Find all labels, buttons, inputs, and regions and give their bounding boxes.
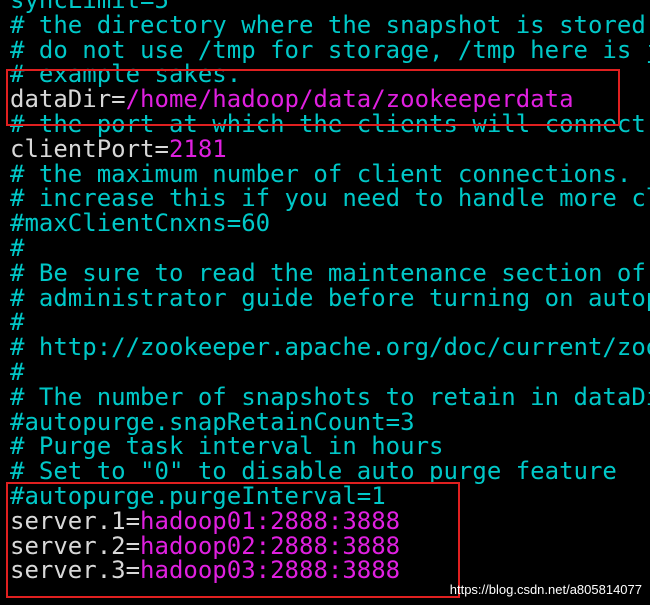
config-key: server.1=: [10, 506, 141, 535]
config-value: 2181: [168, 134, 227, 163]
comment-text: # The number of snapshots to retain in d…: [10, 382, 650, 411]
comment-text: # example sakes.: [10, 60, 242, 89]
config-line: # increase this if you need to handle mo…: [10, 186, 650, 211]
comment-text: #: [10, 358, 25, 386]
config-line: #maxClientCnxns=60: [10, 211, 270, 236]
comment-text: #: [10, 308, 25, 337]
comment-text: # do not use /tmp for storage, /tmp here…: [10, 35, 650, 64]
config-value: /home/hadoop/data/zookeeperdata: [125, 85, 574, 114]
config-line: #autopurge.snapRetainCount=3: [10, 407, 415, 436]
watermark: https://blog.csdn.net/a805814077: [449, 582, 642, 597]
config-value: hadoop02:2888:3888: [140, 531, 401, 560]
config-line: # example sakes.: [10, 62, 241, 87]
config-line: # Set to "0" to disable auto purge featu…: [10, 459, 617, 484]
config-line: # Be sure to read the maintenance sectio…: [10, 258, 650, 287]
config-line: server.2=hadoop02:2888:3888: [10, 531, 401, 560]
comment-text: # Set to "0" to disable auto purge featu…: [10, 457, 617, 486]
config-line: # The number of snapshots to retain in d…: [10, 382, 650, 411]
comment-text: #: [10, 234, 25, 262]
config-key: server.3=: [10, 556, 141, 585]
config-line: # the port at which the clients will con…: [10, 112, 646, 137]
config-line: # the directory where the snapshot is st…: [10, 10, 650, 39]
config-line: clientPort=2181: [10, 134, 227, 163]
config-line: #: [10, 236, 24, 261]
config-key: dataDir=: [10, 85, 126, 114]
terminal-editor[interactable]: syncLimit=5 # the directory where the sna…: [0, 0, 650, 605]
config-line: #: [10, 360, 24, 385]
comment-text: # http://zookeeper.apache.org/doc/curren…: [10, 333, 650, 362]
config-line: # the maximum number of client connectio…: [10, 159, 632, 188]
config-line: server.1=hadoop01:2888:3888: [10, 506, 401, 535]
config-line: # do not use /tmp for storage, /tmp here…: [10, 35, 650, 64]
comment-text: # the port at which the clients will con…: [10, 110, 646, 138]
comment-text: #autopurge.snapRetainCount=3: [10, 407, 415, 436]
config-line: # Purge task interval in hours: [10, 434, 443, 459]
comment-text: #autopurge.purgeInterval=1: [10, 482, 386, 510]
config-line: # http://zookeeper.apache.org/doc/curren…: [10, 335, 650, 360]
comment-text: # the maximum number of client connectio…: [10, 159, 632, 188]
comment-text: # increase this if you need to handle mo…: [10, 184, 650, 213]
config-line: server.3=hadoop03:2888:3888: [10, 558, 400, 583]
config-line: # administrator guide before turning on …: [10, 283, 650, 312]
config-line: #: [10, 310, 24, 335]
config-key: server.2=: [10, 531, 141, 560]
comment-text: # administrator guide before turning on …: [10, 283, 650, 312]
comment-text: # the directory where the snapshot is st…: [10, 10, 650, 39]
comment-text: # Purge task interval in hours: [10, 432, 444, 461]
config-line: dataDir=/home/hadoop/data/zookeeperdata: [10, 87, 574, 112]
comment-text: #maxClientCnxns=60: [10, 209, 271, 238]
config-key: clientPort=: [10, 134, 169, 163]
config-value: hadoop03:2888:3888: [140, 556, 401, 585]
comment-text: # Be sure to read the maintenance sectio…: [10, 258, 650, 287]
config-line: #autopurge.purgeInterval=1: [10, 484, 386, 509]
config-value: hadoop01:2888:3888: [140, 506, 401, 535]
